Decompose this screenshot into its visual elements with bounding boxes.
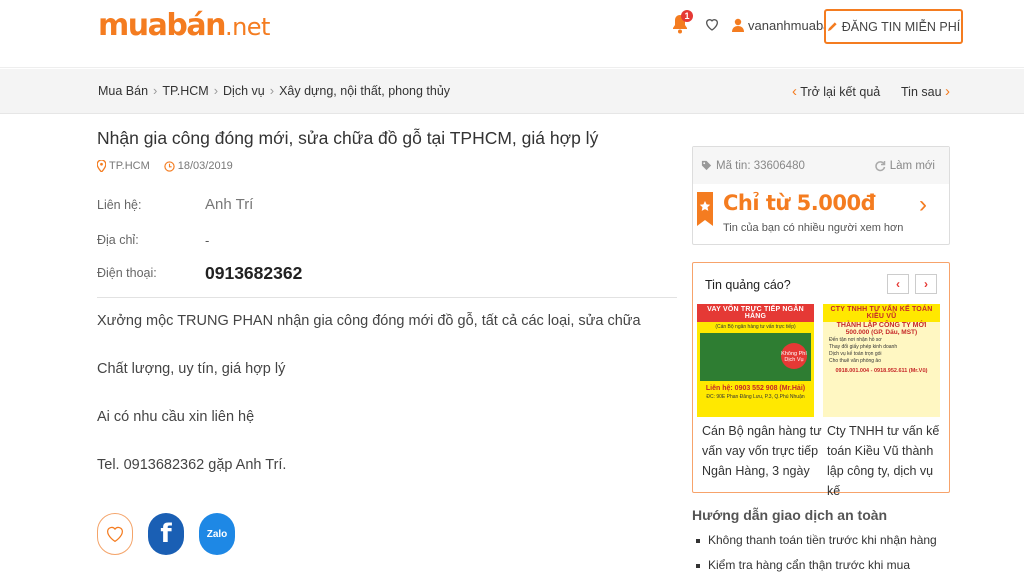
heart-icon [107,526,123,543]
address-value: - [205,233,210,248]
bullet-icon [696,538,700,543]
chevron-right-icon: › [213,83,219,98]
back-label: Trở lại kết quả [800,85,881,99]
description-line: Tel. 0913682362 gặp Anh Trí. [97,457,287,473]
chevron-right-icon: › [269,83,275,98]
facebook-icon: f [160,519,172,549]
header-icons: 1 vananhmuaban [672,10,838,36]
listing-code: Mã tin: 33606480 [701,160,805,172]
logo-main-text: muabán [98,8,226,43]
next-label: Tin sau [901,85,942,99]
safety-guide-item: Không thanh toán tiền trước khi nhận hàn… [696,533,937,547]
breadcrumb-item-home[interactable]: Mua Bán [98,84,148,98]
user-icon [732,18,744,32]
site-logo[interactable]: muabán.net [98,8,270,43]
saved-heart-icon[interactable] [704,16,722,34]
notification-bell-icon[interactable]: 1 [672,10,693,36]
breadcrumb-item-city[interactable]: TP.HCM [162,84,208,98]
address-label: Địa chỉ: [97,233,139,247]
pencil-icon [827,22,837,32]
boost-header: Mã tin: 33606480 Làm mới [693,147,949,184]
contact-value: Anh Trí [205,196,254,213]
contact-label: Liên hệ: [97,198,142,212]
notification-count-badge: 1 [681,10,693,22]
ad-banner-image[interactable]: CTY TNHH TƯ VẤN KẾ TOÁN KIỀU VŨ THÀNH LẬ… [823,304,940,417]
zalo-share-button[interactable]: Zalo [199,513,235,555]
ad-caption[interactable]: Cán Bộ ngân hàng tư vấn vay vốn trực tiế… [702,421,822,481]
ad-caption[interactable]: Cty TNHH tư vấn kế toán Kiều Vũ thành lậ… [827,421,947,501]
chevron-right-icon: › [945,83,951,100]
safety-guide-item: Kiểm tra hàng cẩn thận trước khi mua [696,558,910,572]
boost-listing-box[interactable]: Mã tin: 33606480 Làm mới Chỉ từ 5.000đ T… [692,146,950,245]
star-ribbon-icon [697,192,713,226]
description-line: Xưởng mộc TRUNG PHAN nhận gia công đóng … [97,313,641,329]
listing-title: Nhận gia công đóng mới, sửa chữa đồ gỗ t… [97,128,599,148]
chevron-left-icon: ‹ [792,83,797,100]
back-to-results-link[interactable]: ‹ Trở lại kết quả [792,83,880,100]
phone-number[interactable]: 0913682362 [205,263,302,284]
bullet-icon [696,563,700,568]
boost-subtitle: Tin của bạn có nhiều người xem hơn [723,222,904,234]
refresh-icon [875,160,885,171]
breadcrumb-item-category[interactable]: Dịch vụ [223,84,265,98]
ads-box: Tin quảng cáo? ‹ › VAY VỐN TRỰC TIẾP NGÂ… [692,262,950,498]
facebook-share-button[interactable]: f [148,513,184,555]
ads-next-button[interactable]: › [915,274,937,294]
zalo-icon: Zalo [206,528,228,540]
breadcrumb: Mua Bán › TP.HCM › Dịch vụ › Xây dựng, n… [98,83,450,98]
safety-guide-title: Hướng dẫn giao dịch an toàn [692,507,888,523]
listing-meta: TP.HCM 18/03/2019 [97,160,247,172]
refresh-button[interactable]: Làm mới [874,160,935,172]
section-divider [97,297,677,298]
breadcrumb-item-subcategory[interactable]: Xây dựng, nội thất, phong thủy [279,84,450,98]
ads-heading: Tin quảng cáo? [705,278,791,292]
chevron-right-icon: › [919,191,927,218]
breadcrumb-bar: Mua Bán › TP.HCM › Dịch vụ › Xây dựng, n… [0,69,1024,114]
listing-date: 18/03/2019 [164,160,233,172]
ad-banner-image[interactable]: VAY VỐN TRỰC TIẾP NGÂN HÀNG (Cán Bộ ngân… [697,304,814,417]
phone-label: Điện thoại: [97,266,157,280]
description-line: Chất lượng, uy tín, giá hợp lý [97,361,286,377]
ads-prev-button[interactable]: ‹ [887,274,909,294]
chevron-right-icon: › [153,83,158,98]
boost-price: Chỉ từ 5.000đ [723,191,876,215]
site-header: muabán.net 1 vananhmuaban ĐĂNG TIN MIỄN … [0,0,1024,68]
clock-icon [164,160,175,172]
listing-location: TP.HCM [97,160,150,172]
location-pin-icon [97,160,106,172]
save-listing-button[interactable] [97,513,133,555]
description-line: Ai có nhu cầu xin liên hệ [97,409,255,425]
user-account[interactable]: vananhmuaban [732,18,838,33]
logo-suffix-text: .net [224,13,271,41]
tag-icon [701,160,712,171]
post-free-ad-button[interactable]: ĐĂNG TIN MIỄN PHÍ [824,9,963,44]
post-button-label: ĐĂNG TIN MIỄN PHÍ [841,19,961,34]
next-listing-link[interactable]: Tin sau › [901,83,950,100]
